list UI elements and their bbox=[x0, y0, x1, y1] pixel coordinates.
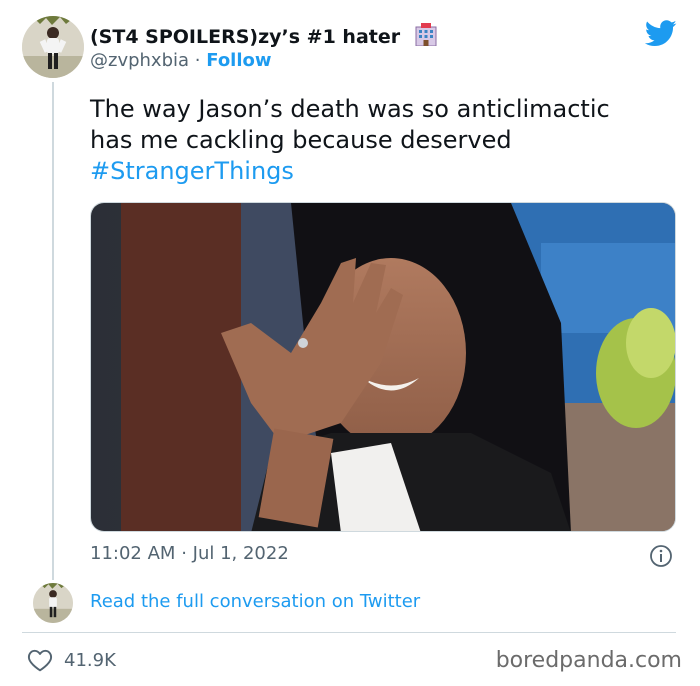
tweet-date[interactable]: Jul 1, 2022 bbox=[193, 543, 289, 564]
timestamp-row[interactable]: 11:02 AM · Jul 1, 2022 bbox=[90, 543, 289, 564]
reply-avatar[interactable] bbox=[33, 583, 73, 623]
follow-button[interactable]: Follow bbox=[206, 50, 271, 71]
info-icon[interactable] bbox=[649, 544, 673, 572]
hotel-emoji-icon bbox=[413, 22, 439, 51]
like-count[interactable]: 41.9K bbox=[64, 650, 116, 671]
read-conversation-link[interactable]: Read the full conversation on Twitter bbox=[90, 591, 420, 612]
divider bbox=[22, 632, 676, 633]
author-avatar[interactable] bbox=[22, 16, 84, 78]
tweet-time[interactable]: 11:02 AM bbox=[90, 543, 175, 564]
handle[interactable]: @zvphxbia bbox=[90, 50, 189, 71]
separator-dot: · bbox=[194, 50, 201, 71]
tweet-body: The way Jason’s death was so anticlimact… bbox=[90, 94, 660, 187]
watermark: boredpanda.com bbox=[495, 648, 682, 673]
twitter-bird-icon[interactable] bbox=[644, 20, 677, 51]
display-name[interactable]: (ST4 SPOILERS)zy’s #1 hater bbox=[90, 22, 439, 51]
display-name-text[interactable]: (ST4 SPOILERS)zy’s #1 hater bbox=[90, 26, 400, 48]
hashtag-link[interactable]: #StrangerThings bbox=[90, 156, 660, 187]
tweet-media-image[interactable] bbox=[90, 202, 676, 532]
thread-line bbox=[52, 82, 54, 580]
tweet-text-line-1: The way Jason’s death was so anticlimact… bbox=[90, 95, 610, 123]
tweet-text-line-2: has me cackling because deserved bbox=[90, 126, 512, 154]
heart-icon[interactable] bbox=[27, 648, 53, 676]
handle-row: @zvphxbia · Follow bbox=[90, 50, 272, 71]
